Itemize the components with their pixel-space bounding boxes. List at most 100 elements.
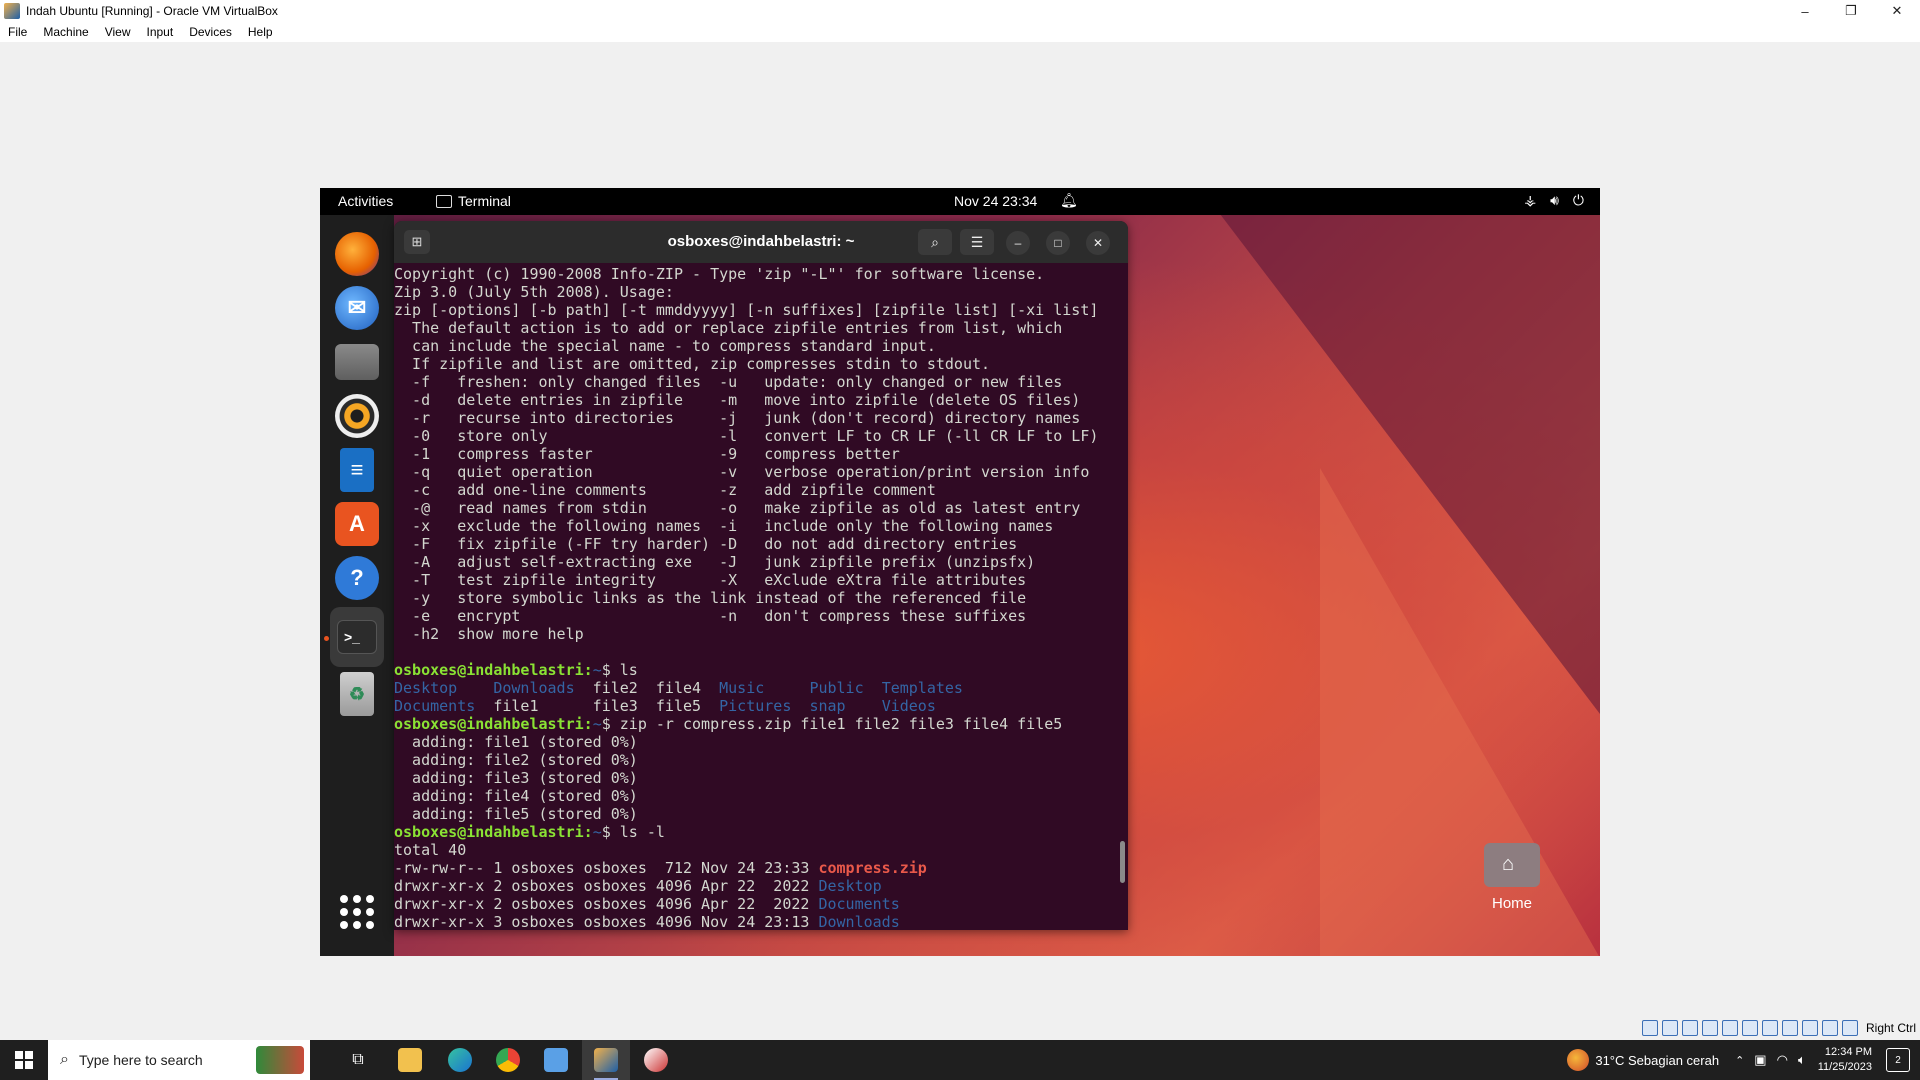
gnome-top-bar: Activities Terminal Nov 24 23:34 🔔︎ ⚶ 🔊︎… <box>320 188 1600 215</box>
restore-button[interactable]: ❐ <box>1828 0 1874 22</box>
vm-window-icon <box>594 1048 618 1072</box>
app-menu[interactable]: Terminal <box>436 193 511 209</box>
dock-terminal[interactable]: >_ <box>330 607 384 667</box>
taskbar-edge[interactable] <box>436 1040 484 1080</box>
dock-trash[interactable]: ♻ <box>330 667 384 721</box>
taskbar-clock[interactable]: 12:34 PM 11/25/2023 <box>1818 1045 1872 1075</box>
terminal-maximize-button[interactable]: □ <box>1046 231 1070 255</box>
notification-center-button[interactable]: 2 <box>1886 1048 1910 1072</box>
optical-drive-icon[interactable] <box>1661 1020 1678 1036</box>
terminal-output[interactable]: Copyright (c) 1990-2008 Info-ZIP - Type … <box>394 265 1114 930</box>
terminal-text: osboxes@indahbelastri: <box>394 661 593 679</box>
taskbar-search[interactable]: ⌕ Type here to search <box>48 1040 310 1080</box>
menu-button[interactable]: ☰ <box>960 229 994 255</box>
minimize-button[interactable]: – <box>1782 0 1828 22</box>
terminal-line: Copyright (c) 1990-2008 Info-ZIP - Type … <box>394 265 1114 283</box>
display-icon[interactable] <box>1761 1020 1778 1036</box>
terminal-line: -rw-rw-r-- 1 osboxes osboxes 712 Nov 24 … <box>394 859 1114 877</box>
vm-status-bar: Right Ctrl <box>1641 1017 1920 1039</box>
hard-disk-icon[interactable] <box>1641 1020 1658 1036</box>
terminal-text: Videos <box>881 697 936 715</box>
guest-screen[interactable]: Activities Terminal Nov 24 23:34 🔔︎ ⚶ 🔊︎… <box>320 188 1600 956</box>
terminal-line: adding: file4 (stored 0%) <box>394 787 1114 805</box>
taskbar-chrome[interactable] <box>484 1040 532 1080</box>
taskbar-app[interactable] <box>632 1040 680 1080</box>
taskbar-vm-window[interactable] <box>582 1040 630 1080</box>
usb-icon[interactable] <box>1721 1020 1738 1036</box>
terminal-line: If zipfile and list are omitted, zip com… <box>394 355 1114 373</box>
terminal-line: The default action is to add or replace … <box>394 319 1114 337</box>
firefox-icon <box>335 232 379 276</box>
dock-help[interactable]: ? <box>330 551 384 605</box>
menu-view[interactable]: View <box>105 25 131 39</box>
host-key-label: Right Ctrl <box>1865 1021 1916 1035</box>
taskbar-date: 11/25/2023 <box>1817 1061 1872 1073</box>
close-button[interactable]: ✕ <box>1874 0 1920 22</box>
virtualbox-icon <box>4 3 20 19</box>
dock-app-center[interactable]: A <box>330 497 384 551</box>
network-icon: ⚶ <box>1524 192 1537 208</box>
terminal-line: -e encrypt -n don't compress these suffi… <box>394 607 1114 625</box>
show-apps-button[interactable] <box>330 885 384 939</box>
audio-icon[interactable] <box>1681 1020 1698 1036</box>
search-button[interactable]: ⌕ <box>918 229 952 255</box>
terminal-text: Pictures <box>719 697 792 715</box>
menu-machine[interactable]: Machine <box>43 25 88 39</box>
writer-icon: ≡ <box>340 448 374 492</box>
system-tray: 31°C Sebagian cerah ⌃ ▣ ◠ 🔈︎ 12:34 PM 11… <box>1567 1040 1920 1080</box>
terminal-text: -F fix zipfile (-FF try harder) -D do no… <box>394 535 1018 553</box>
shared-folders-icon[interactable] <box>1741 1020 1758 1036</box>
terminal-text: snap <box>809 697 846 715</box>
task-view-button[interactable]: ⧉ <box>334 1040 382 1080</box>
start-button[interactable] <box>0 1040 48 1080</box>
weather-icon[interactable] <box>1567 1049 1590 1071</box>
terminal-scrollbar[interactable] <box>1120 841 1125 883</box>
taskbar-virtualbox[interactable] <box>532 1040 580 1080</box>
terminal-text: -rw-rw-r-- 1 osboxes osboxes 712 Nov 24 … <box>394 859 819 877</box>
terminal-text: -h2 show more help <box>394 625 584 643</box>
show-hidden-icons-chevron-icon[interactable]: ⌃ <box>1735 1054 1744 1067</box>
terminal-line: -0 store only -l convert LF to CR LF (-l… <box>394 427 1114 445</box>
terminal-text: $ zip -r compress.zip file1 file2 file3 … <box>601 715 1063 733</box>
network-adapter-icon[interactable] <box>1701 1020 1718 1036</box>
cpu-icon[interactable] <box>1801 1020 1818 1036</box>
menu-input[interactable]: Input <box>147 25 174 39</box>
speaker-muted-icon[interactable]: 🔈︎ <box>1798 1052 1806 1068</box>
dock-libreoffice-writer[interactable]: ≡ <box>330 443 384 497</box>
dock-rhythmbox[interactable] <box>330 389 384 443</box>
terminal-window[interactable]: ⊞ osboxes@indahbelastri: ~ ⌕ ☰ – □ ✕ Cop… <box>394 221 1128 930</box>
desktop-home-folder[interactable]: ⌂ Home <box>1470 843 1554 912</box>
system-status-area[interactable]: ⚶ 🔊︎ ⏻ <box>1524 192 1584 209</box>
dock-thunderbird[interactable]: ✉ <box>330 281 384 335</box>
terminal-text: file1 file3 file5 <box>475 697 720 715</box>
terminal-line: -h2 show more help <box>394 625 1114 643</box>
weather-text[interactable]: 31°C Sebagian cerah <box>1595 1053 1719 1068</box>
terminal-close-button[interactable]: ✕ <box>1086 231 1110 255</box>
mouse-integration-icon[interactable] <box>1821 1020 1838 1036</box>
menu-file[interactable]: File <box>8 25 27 39</box>
dock-files[interactable] <box>330 335 384 389</box>
terminal-minimize-button[interactable]: – <box>1006 231 1030 255</box>
taskbar-file-explorer[interactable] <box>386 1040 434 1080</box>
volume-icon: 🔊︎ <box>1550 192 1559 208</box>
terminal-text: The default action is to add or replace … <box>394 319 1063 337</box>
recording-icon[interactable] <box>1781 1020 1798 1036</box>
menu-help[interactable]: Help <box>248 25 273 39</box>
app-icon <box>644 1048 668 1072</box>
terminal-text: total 40 <box>394 841 467 859</box>
keyboard-icon[interactable] <box>1841 1020 1858 1036</box>
terminal-text: If zipfile and list are omitted, zip com… <box>394 355 991 373</box>
terminal-line: -F fix zipfile (-FF try harder) -D do no… <box>394 535 1114 553</box>
activities-button[interactable]: Activities <box>338 193 393 209</box>
menu-devices[interactable]: Devices <box>189 25 232 39</box>
terminal-text: osboxes@indahbelastri: <box>394 715 593 733</box>
dock-firefox[interactable] <box>330 227 384 281</box>
terminal-line: -f freshen: only changed files -u update… <box>394 373 1114 391</box>
wifi-icon[interactable]: ◠ <box>1777 1052 1788 1068</box>
terminal-text: file2 file4 <box>574 679 720 697</box>
terminal-text: -1 compress faster -9 compress better <box>394 445 900 463</box>
task-view-icon: ⧉ <box>352 1051 364 1068</box>
meet-now-icon[interactable]: ▣ <box>1754 1052 1766 1068</box>
top-bar-clock[interactable]: Nov 24 23:34 <box>954 193 1037 209</box>
terminal-text: Documents <box>818 895 900 913</box>
